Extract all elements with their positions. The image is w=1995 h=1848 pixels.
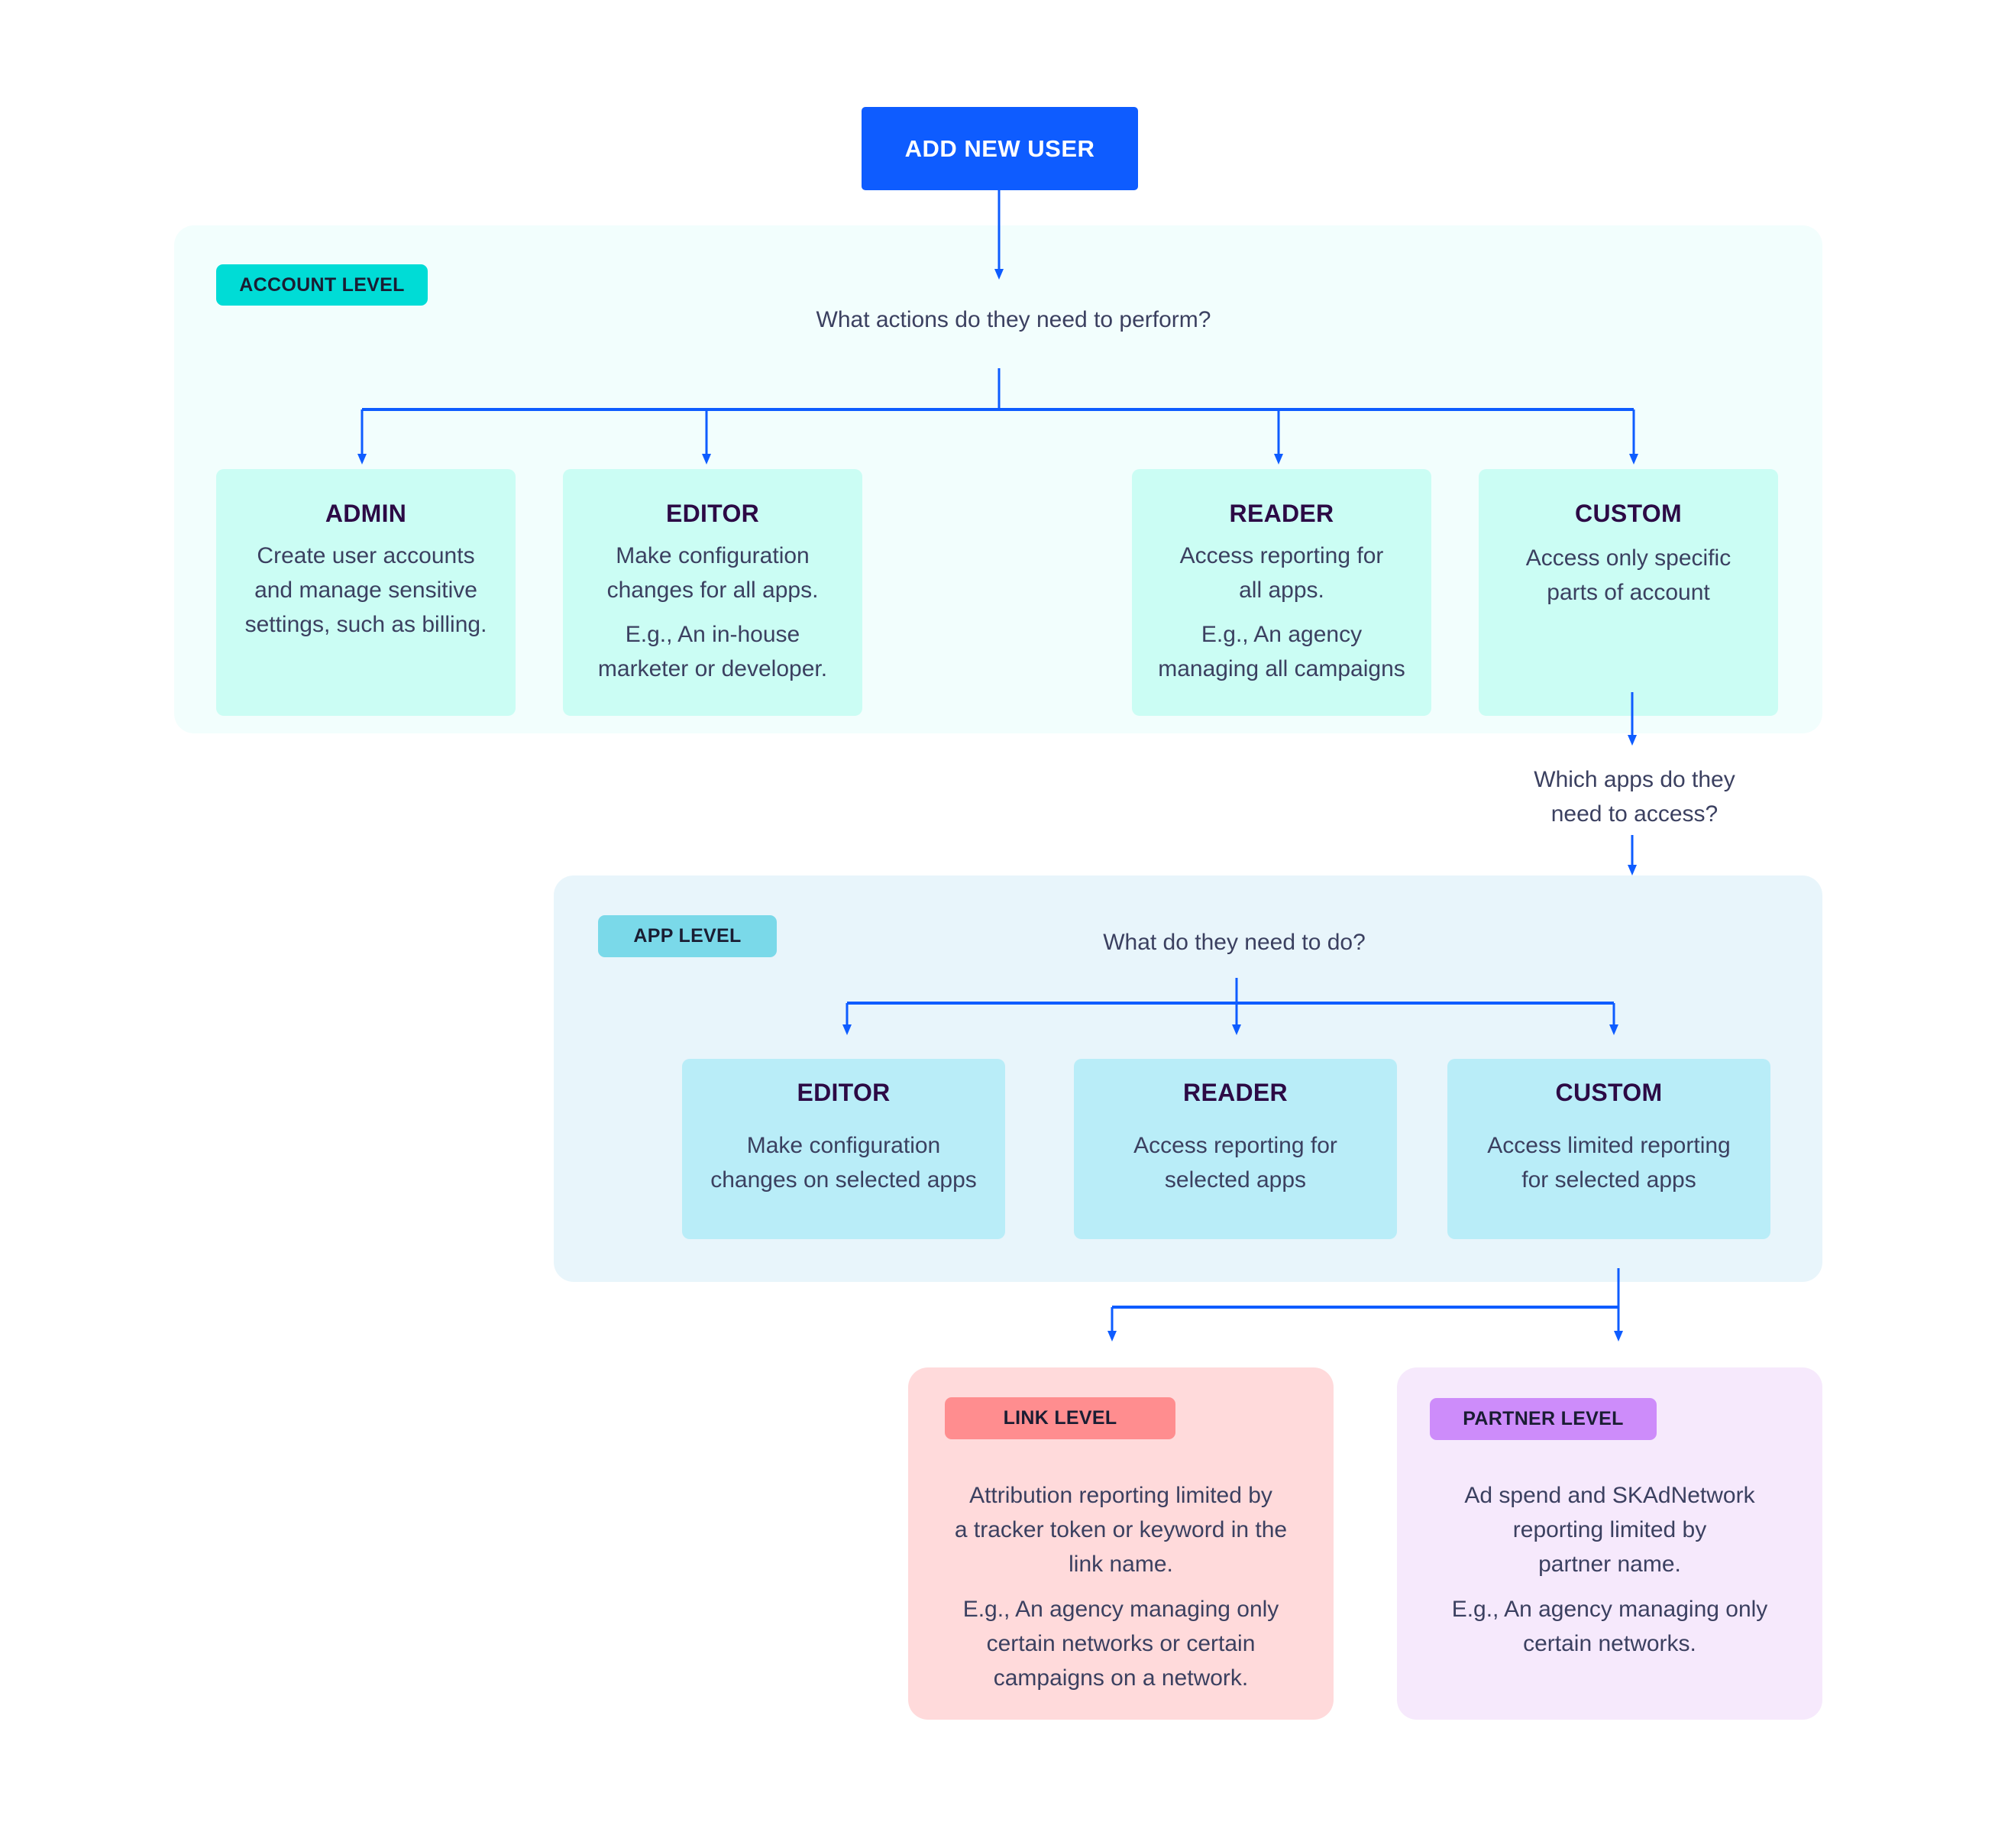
role-desc-line: selected apps xyxy=(1164,1167,1307,1193)
link-example-line: campaigns on a network. xyxy=(993,1665,1249,1691)
role-title: READER xyxy=(1229,500,1334,527)
partner-level-tag: PARTNER LEVEL xyxy=(1430,1398,1657,1440)
role-title: CUSTOM xyxy=(1575,500,1682,527)
add-new-user-button[interactable]: ADD NEW USER xyxy=(862,107,1138,190)
role-desc-line: and manage sensitive xyxy=(254,578,477,603)
apps-question-line: Which apps do they xyxy=(1534,767,1735,792)
role-title: ADMIN xyxy=(325,500,407,527)
role-desc-line: settings, such as billing. xyxy=(244,612,487,637)
partner-example-line: certain networks. xyxy=(1523,1631,1696,1656)
role-desc-line: Make configuration xyxy=(616,543,810,568)
app-role-card-reader[interactable]: READER Access reporting for selected app… xyxy=(1074,1059,1397,1239)
role-title: READER xyxy=(1183,1079,1288,1106)
partner-desc-line: partner name. xyxy=(1538,1552,1681,1577)
apps-question-line: need to access? xyxy=(1550,801,1719,827)
role-desc-line: Access reporting for xyxy=(1133,1133,1337,1158)
partner-example-line: E.g., An agency managing only xyxy=(1451,1597,1768,1622)
role-desc-line: changes for all apps. xyxy=(606,578,819,603)
partner-desc-line: Ad spend and SKAdNetwork xyxy=(1464,1483,1755,1508)
link-example-line: certain networks or certain xyxy=(986,1631,1256,1656)
arrow-head-icon xyxy=(1107,1331,1117,1341)
role-desc-line: for selected apps xyxy=(1521,1167,1696,1193)
role-desc-line: Make configuration xyxy=(746,1133,941,1158)
role-desc-line: Create user accounts xyxy=(257,543,475,568)
role-example-line: marketer or developer. xyxy=(597,656,828,681)
role-desc-line: Access only specific xyxy=(1525,545,1731,571)
role-example-line: E.g., An agency xyxy=(1201,622,1363,647)
role-desc-line: Access limited reporting xyxy=(1487,1133,1731,1158)
link-desc-line: a tracker token or keyword in the xyxy=(954,1517,1288,1542)
account-role-card-admin[interactable]: ADMIN Create user accounts and manage se… xyxy=(216,469,516,716)
arrow-head-icon xyxy=(1628,735,1637,746)
role-desc-line: Access reporting for xyxy=(1179,543,1384,568)
link-desc-line: link name. xyxy=(1069,1552,1173,1577)
apps-question: Which apps do they need to access? xyxy=(1482,762,1787,831)
account-role-card-custom[interactable]: CUSTOM Access only specific parts of acc… xyxy=(1479,469,1778,716)
arrow-head-icon xyxy=(1628,865,1637,875)
account-role-card-reader[interactable]: READER Access reporting for all apps. E.… xyxy=(1132,469,1431,716)
account-role-card-editor[interactable]: EDITOR Make configuration changes for al… xyxy=(563,469,862,716)
link-level-box[interactable]: LINK LEVEL Attribution reporting limited… xyxy=(908,1367,1334,1720)
link-level-tag: LINK LEVEL xyxy=(945,1397,1175,1439)
role-desc-line: changes on selected apps xyxy=(710,1167,977,1193)
role-desc-line: all apps. xyxy=(1239,578,1324,603)
partner-desc-line: reporting limited by xyxy=(1512,1517,1707,1542)
role-example-line: E.g., An in-house xyxy=(625,622,800,647)
role-desc-line: parts of account xyxy=(1547,580,1710,605)
partner-level-box[interactable]: PARTNER LEVEL Ad spend and SKAdNetwork r… xyxy=(1397,1367,1822,1720)
app-role-card-editor[interactable]: EDITOR Make configuration changes on sel… xyxy=(682,1059,1005,1239)
role-example-line: managing all campaigns xyxy=(1158,656,1405,681)
link-desc-line: Attribution reporting limited by xyxy=(969,1483,1272,1508)
app-role-card-custom[interactable]: CUSTOM Access limited reporting for sele… xyxy=(1447,1059,1770,1239)
link-example-line: E.g., An agency managing only xyxy=(962,1597,1279,1622)
role-title: EDITOR xyxy=(797,1079,891,1106)
app-level-tag: APP LEVEL xyxy=(598,915,777,957)
account-question: What actions do they need to perform? xyxy=(816,307,1211,332)
add-new-user-label: ADD NEW USER xyxy=(904,134,1095,162)
arrow-head-icon xyxy=(1614,1331,1623,1341)
app-question: What do they need to do? xyxy=(1103,930,1366,955)
role-title: CUSTOM xyxy=(1555,1079,1663,1106)
role-title: EDITOR xyxy=(665,500,760,527)
account-level-tag: ACCOUNT LEVEL xyxy=(216,264,428,306)
